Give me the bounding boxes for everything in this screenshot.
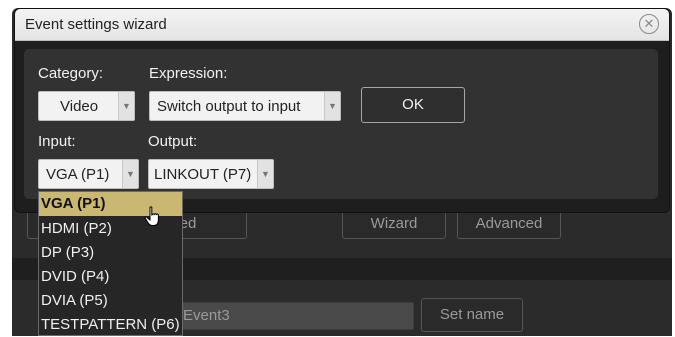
output-select[interactable]: LINKOUT (P7) ▼ <box>148 159 274 189</box>
dropdown-option-dvid[interactable]: DVID (P4) <box>39 265 182 289</box>
output-value: LINKOUT (P7) <box>154 166 252 183</box>
category-select[interactable]: Video ▼ <box>38 91 135 121</box>
input-value: VGA (P1) <box>46 166 110 183</box>
close-icon[interactable]: ✕ <box>639 14 659 34</box>
input-select[interactable]: VGA (P1) ▼ <box>38 159 139 189</box>
chevron-down-icon[interactable]: ▼ <box>257 160 273 188</box>
chevron-down-icon[interactable]: ▼ <box>118 92 134 120</box>
chevron-down-icon[interactable]: ▼ <box>122 160 138 188</box>
expression-select[interactable]: Switch output to input ▼ <box>149 91 341 121</box>
wizard-button[interactable]: Wizard <box>342 209 446 239</box>
expression-value: Switch output to input <box>157 98 301 115</box>
output-label: Output: <box>148 133 198 150</box>
dropdown-option-dp[interactable]: DP (P3) <box>39 241 182 265</box>
dialog-titlebar: Event settings wizard ✕ <box>15 9 669 41</box>
chevron-down-icon[interactable]: ▼ <box>324 92 340 120</box>
input-label: Input: <box>38 133 76 150</box>
dropdown-option-testpattern[interactable]: TESTPATTERN (P6) <box>39 313 182 337</box>
set-name-button[interactable]: Set name <box>421 298 523 332</box>
dialog-title: Event settings wizard <box>25 16 167 33</box>
expression-label: Expression: <box>149 65 228 82</box>
dropdown-option-dvia[interactable]: DVIA (P5) <box>39 289 182 313</box>
category-value: Video <box>60 98 99 115</box>
ok-button[interactable]: OK <box>361 87 465 123</box>
advanced-button[interactable]: Advanced <box>457 209 561 239</box>
event-name-input[interactable]: Event3 <box>178 302 414 330</box>
hand-pointer-icon <box>144 206 159 226</box>
category-label: Category: <box>38 65 104 82</box>
